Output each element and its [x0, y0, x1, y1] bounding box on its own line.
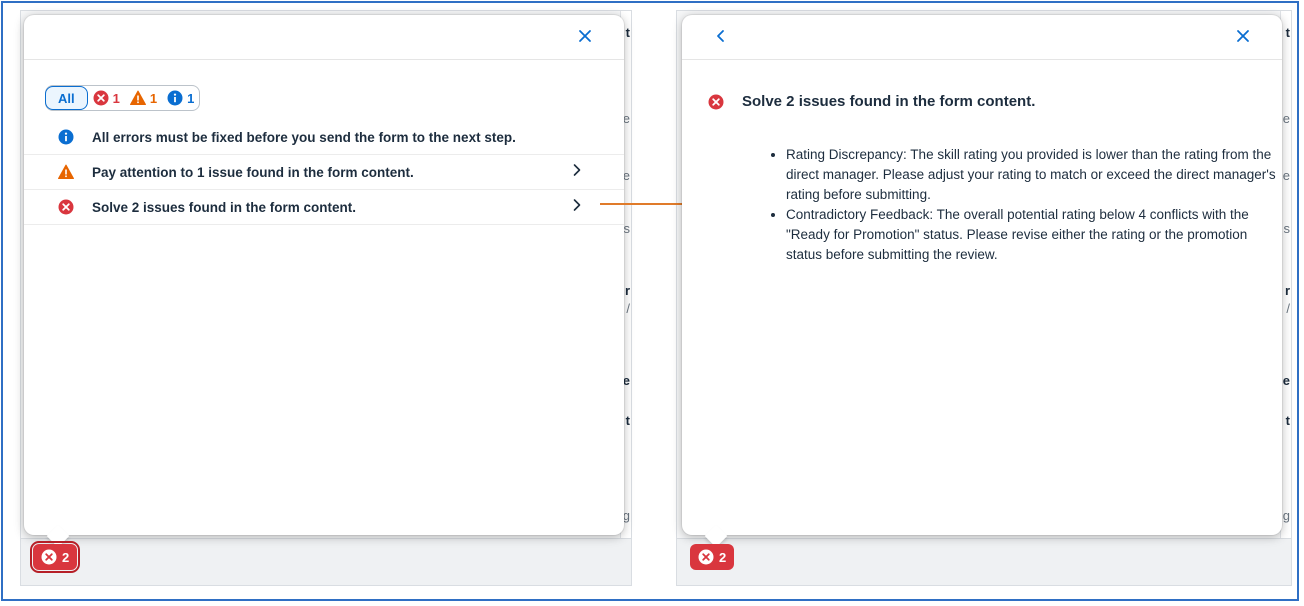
- message-item-info: All errors must be fixed before you send…: [24, 120, 624, 155]
- background-text-fragment: s: [623, 221, 631, 236]
- message-count: 2: [719, 549, 727, 565]
- chevron-left-icon: [714, 29, 728, 48]
- background-text-fragment: e: [1282, 373, 1290, 388]
- message-detail-title: Solve 2 issues found in the form content…: [708, 93, 1035, 110]
- background-text-fragment: t: [1285, 25, 1290, 40]
- close-icon: [578, 29, 592, 48]
- filter-all-button[interactable]: All: [45, 86, 88, 110]
- background-text-fragment: r: [624, 283, 630, 298]
- message-item-error[interactable]: Solve 2 issues found in the form content…: [24, 190, 624, 225]
- message-detail-description: Rating Discrepancy: The skill rating you…: [760, 145, 1280, 265]
- filter-errors-count: 1: [112, 90, 120, 106]
- message-list: All errors must be fixed before you send…: [24, 120, 624, 225]
- message-item-warning[interactable]: Pay attention to 1 issue found in the fo…: [24, 155, 624, 190]
- info-circle-icon: [167, 90, 183, 106]
- background-text-fragment: t: [1285, 413, 1290, 428]
- background-footer-bar: [677, 538, 1291, 585]
- message-popover-toggle-button[interactable]: 2: [690, 544, 735, 570]
- issue-list: Rating Discrepancy: The skill rating you…: [760, 145, 1280, 265]
- chevron-right-icon: [572, 163, 586, 179]
- background-text-fragment: s: [1283, 221, 1291, 236]
- error-circle-icon: [93, 90, 109, 106]
- warning-triangle-icon: [129, 90, 146, 106]
- background-text-fragment: /: [1286, 301, 1290, 316]
- error-circle-icon: [708, 94, 724, 110]
- background-footer-bar: [21, 538, 631, 585]
- message-text: Solve 2 issues found in the form content…: [92, 199, 357, 215]
- message-text: Pay attention to 1 issue found in the fo…: [92, 164, 414, 180]
- filter-info-button[interactable]: 1: [162, 90, 199, 106]
- message-text: All errors must be fixed before you send…: [92, 129, 516, 145]
- popover-header: [682, 15, 1282, 60]
- background-text-fragment: r: [1284, 283, 1290, 298]
- background-text-fragment: e: [1282, 111, 1290, 126]
- info-circle-icon: [58, 129, 74, 145]
- issue-item: Rating Discrepancy: The skill rating you…: [786, 145, 1280, 205]
- back-button[interactable]: [708, 25, 734, 51]
- message-type-filter: All 1 1 1: [45, 85, 201, 111]
- background-text-fragment: t: [625, 25, 630, 40]
- background-text-fragment: e: [1282, 168, 1290, 183]
- warning-triangle-icon: [58, 164, 74, 180]
- background-text-fragment: g: [1282, 508, 1290, 523]
- chevron-right-icon: [572, 198, 586, 214]
- error-circle-icon: [41, 549, 57, 565]
- close-icon: [1236, 29, 1250, 48]
- filter-errors-button[interactable]: 1: [88, 90, 125, 106]
- message-detail-heading: Solve 2 issues found in the form content…: [742, 93, 1036, 110]
- background-text-fragment: t: [625, 413, 630, 428]
- popover-header: [24, 15, 624, 60]
- filter-warnings-count: 1: [149, 90, 158, 106]
- message-popover-list: All 1 1 1 All errors must be fixed befor…: [24, 15, 624, 548]
- close-button[interactable]: [1230, 25, 1256, 51]
- error-circle-icon: [58, 199, 74, 215]
- issue-item: Contradictory Feedback: The overall pote…: [786, 205, 1280, 265]
- filter-warnings-button[interactable]: 1: [125, 90, 162, 106]
- message-popover-details: Solve 2 issues found in the form content…: [682, 15, 1282, 548]
- error-circle-icon: [698, 549, 714, 565]
- filter-info-count: 1: [187, 90, 195, 106]
- close-button[interactable]: [572, 25, 598, 51]
- background-text-fragment: /: [626, 301, 630, 316]
- message-popover-toggle-button[interactable]: 2: [29, 541, 81, 573]
- message-count: 2: [62, 549, 70, 565]
